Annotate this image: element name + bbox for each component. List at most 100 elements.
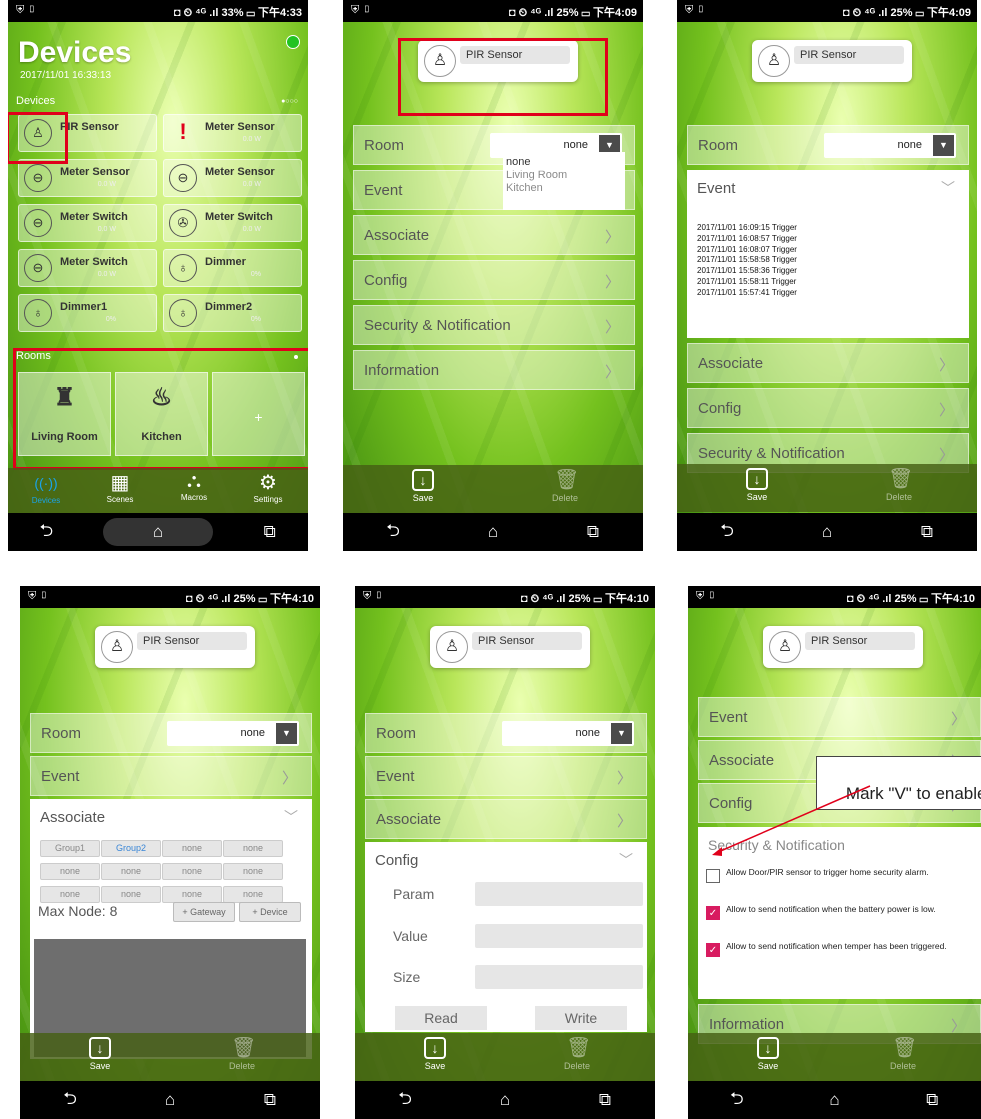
event-row[interactable]: Event (353, 170, 635, 210)
device-tile[interactable]: ⊖ Meter Sensor 0.0 W (18, 159, 157, 197)
group-button[interactable]: none (223, 840, 283, 857)
delete-button[interactable]: 🗑 Delete (881, 468, 917, 502)
associate-row[interactable]: Associate〉 (353, 215, 635, 255)
read-button[interactable]: Read (395, 1006, 487, 1030)
device-name-field[interactable]: PIR Sensor (137, 632, 247, 650)
group-button[interactable]: none (40, 886, 100, 903)
tab-scenes[interactable]: ▦ Scenes (90, 470, 150, 504)
chevron-down-icon[interactable]: ﹀ (284, 807, 298, 827)
group-button[interactable]: none (162, 863, 222, 880)
dropdown-arrow-icon[interactable]: ▼ (276, 723, 297, 744)
group-button[interactable]: none (162, 886, 222, 903)
param-input[interactable] (475, 882, 643, 906)
recent-apps-icon[interactable]: ⧉ (250, 1090, 290, 1110)
tab-devices[interactable]: ((·)) Devices (16, 470, 76, 505)
home-icon[interactable]: ⌂ (814, 1090, 854, 1110)
save-button[interactable]: ↓ Save (417, 1037, 453, 1071)
device-name-field[interactable]: PIR Sensor (794, 46, 904, 64)
event-row[interactable]: Event 〉 (365, 756, 647, 796)
room-select[interactable]: none ▼ (502, 721, 634, 746)
chevron-down-icon[interactable]: ﹀ (941, 178, 955, 198)
add-device-button[interactable]: + Device (239, 902, 301, 922)
tab-macros[interactable]: ⛬ Macros (164, 470, 224, 502)
device-tile[interactable]: ✇ Meter Switch 0.0 W (163, 204, 302, 242)
group-button[interactable]: Group1 (40, 840, 100, 857)
device-name-field[interactable]: PIR Sensor (472, 632, 582, 650)
value-input[interactable] (475, 924, 643, 948)
group-button[interactable]: none (40, 863, 100, 880)
config-row[interactable]: Config〉 (353, 260, 635, 300)
room-row[interactable]: Room none ▼ (365, 713, 647, 753)
room-select[interactable]: none ▼ (824, 133, 956, 158)
chevron-down-icon[interactable]: ﹀ (619, 850, 633, 870)
associate-row[interactable]: Associate〉 (687, 343, 969, 383)
event-title[interactable]: Event (697, 180, 959, 197)
write-button[interactable]: Write (535, 1006, 627, 1030)
home-icon[interactable]: ⌂ (473, 522, 513, 542)
event-log-entry: 2017/11/01 16:08:57 Trigger (697, 233, 797, 243)
add-gateway-button[interactable]: + Gateway (173, 902, 235, 922)
delete-button[interactable]: 🗑 Delete (547, 469, 583, 503)
home-icon[interactable]: ⌂ (150, 1090, 190, 1110)
group-button[interactable]: none (162, 840, 222, 857)
associate-row[interactable]: Associate〉 (365, 799, 647, 839)
dropdown-arrow-icon[interactable]: ▼ (611, 723, 632, 744)
group-button[interactable]: Group2 (101, 840, 161, 857)
device-tile[interactable]: ! Meter Sensor 0.0 W (163, 114, 302, 152)
associate-title[interactable]: Associate (40, 809, 302, 826)
size-input[interactable] (475, 965, 643, 989)
device-tile[interactable]: ⊖ Meter Switch 0.0 W (18, 204, 157, 242)
save-button[interactable]: ↓ Save (739, 468, 775, 502)
room-row[interactable]: Room none ▼ (687, 125, 969, 165)
device-tile[interactable]: ⊖ Meter Sensor 0.0 W (163, 159, 302, 197)
recent-apps-icon[interactable]: ⧉ (573, 522, 613, 542)
recent-apps-icon[interactable]: ⧉ (907, 522, 947, 542)
group-button[interactable]: none (101, 886, 161, 903)
device-tile[interactable]: ⊖ Meter Switch 0.0 W (18, 249, 157, 287)
event-log-entry: 2017/11/01 15:58:11 Trigger (697, 276, 797, 286)
back-icon[interactable]: ⮌ (373, 518, 413, 547)
back-icon[interactable]: ⮌ (26, 518, 66, 547)
device-tile[interactable]: ♁ Dimmer 0% (163, 249, 302, 287)
group-button[interactable]: none (223, 886, 283, 903)
device-name-field[interactable]: PIR Sensor (805, 632, 915, 650)
notification-checkbox[interactable] (706, 869, 720, 883)
save-button[interactable]: ↓ Save (82, 1037, 118, 1071)
security-title[interactable]: Security & Notification (708, 837, 971, 853)
system-nav-bar: ⮌ ⌂ ⧉ (355, 1081, 655, 1119)
recent-apps-icon[interactable]: ⧉ (912, 1090, 952, 1110)
back-icon[interactable]: ⮌ (50, 1086, 90, 1115)
room-option[interactable]: none (506, 156, 622, 169)
device-tile[interactable]: ♁ Dimmer2 0% (163, 294, 302, 332)
home-icon[interactable]: ⌂ (485, 1090, 525, 1110)
event-row[interactable]: Event 〉 (30, 756, 312, 796)
back-icon[interactable]: ⮌ (707, 518, 747, 547)
security-row[interactable]: Security & Notification 〉 (353, 305, 635, 345)
delete-button[interactable]: 🗑 Delete (559, 1037, 595, 1071)
back-icon[interactable]: ⮌ (385, 1086, 425, 1115)
recent-apps-icon[interactable]: ⧉ (250, 522, 290, 542)
delete-button[interactable]: 🗑 Delete (224, 1037, 260, 1071)
room-select[interactable]: none ▼ (167, 721, 299, 746)
home-icon[interactable]: ⌂ (807, 522, 847, 542)
page-dots[interactable]: ●○○○ (281, 98, 298, 105)
back-icon[interactable]: ⮌ (717, 1086, 757, 1115)
device-tile[interactable]: ♁ Dimmer1 0% (18, 294, 157, 332)
recent-apps-icon[interactable]: ⧉ (585, 1090, 625, 1110)
config-row[interactable]: Config〉 (687, 388, 969, 428)
room-row[interactable]: Room none ▼ (30, 713, 312, 753)
screen-devices: ⛨ ▯ ◘ ⏲ ⁴ᴳ .ıl 33% ▭ 下午4:33 Devices 2017… (8, 0, 308, 551)
notification-checkbox[interactable]: ✓ (706, 943, 720, 957)
tab-settings[interactable]: ⚙ Settings (238, 470, 298, 504)
group-button[interactable]: none (101, 863, 161, 880)
delete-button[interactable]: 🗑 Delete (885, 1037, 921, 1071)
dropdown-arrow-icon[interactable]: ▼ (933, 135, 954, 156)
config-title[interactable]: Config (375, 852, 637, 869)
event-row[interactable]: Event 〉 (698, 697, 981, 737)
information-row[interactable]: Information 〉 (353, 350, 635, 390)
save-button[interactable]: ↓ Save (405, 469, 441, 503)
group-button[interactable]: none (223, 863, 283, 880)
home-icon[interactable]: ⌂ (102, 518, 213, 546)
save-button[interactable]: ↓ Save (750, 1037, 786, 1071)
notification-checkbox[interactable]: ✓ (706, 906, 720, 920)
